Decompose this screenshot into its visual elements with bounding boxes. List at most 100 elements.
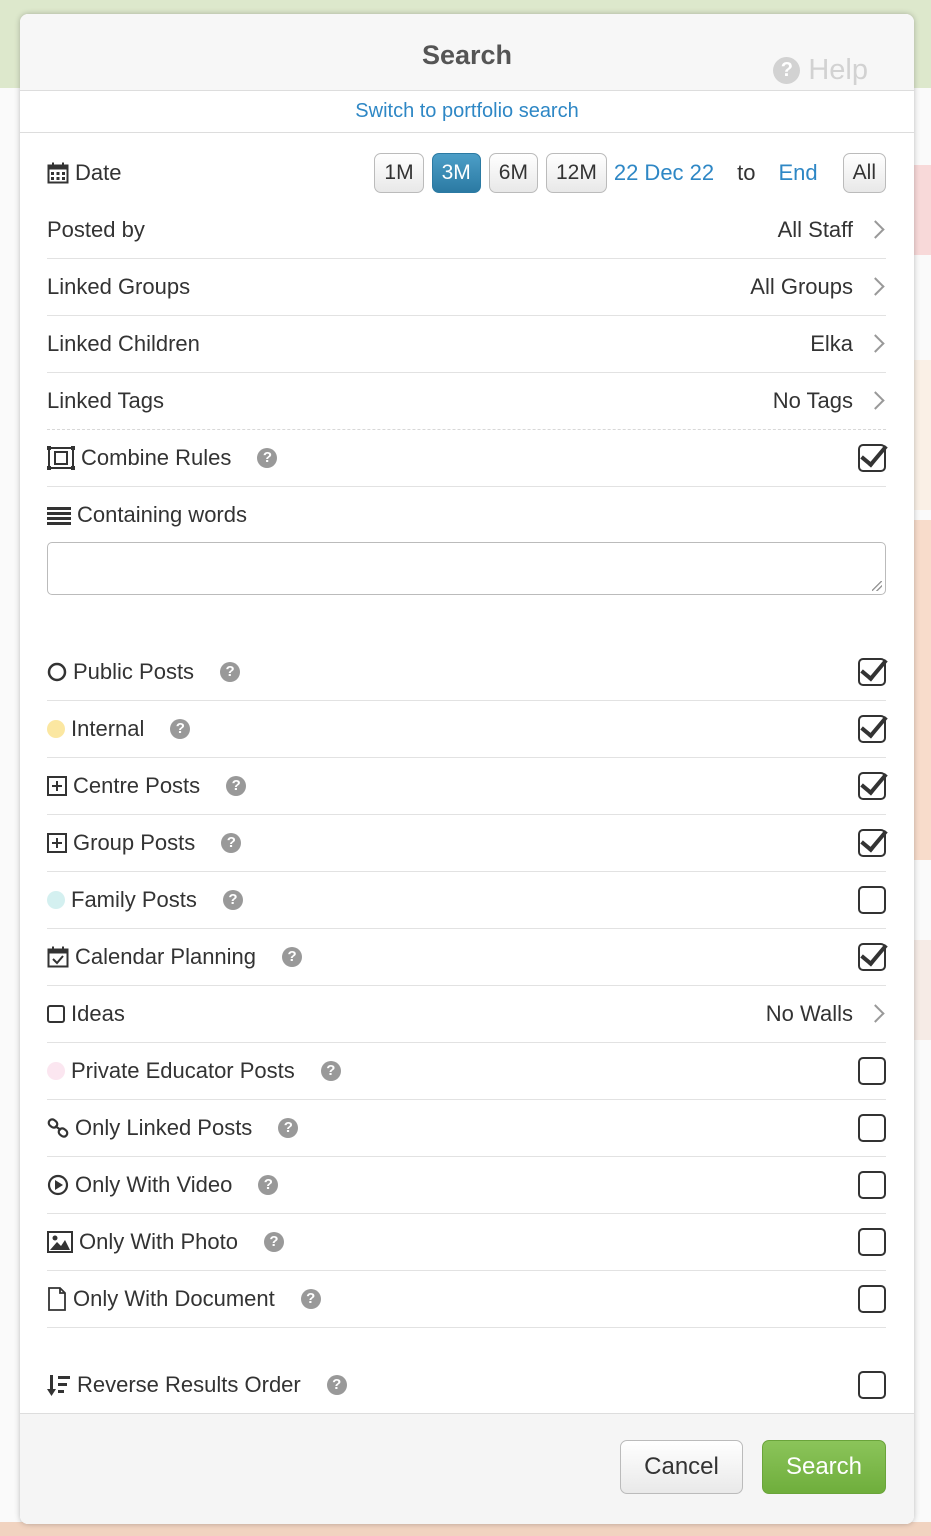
calendar-icon [47,162,69,184]
linked-groups-value: All Groups [750,273,853,299]
only-photo-row: Only With Photo ? [47,1213,886,1271]
linked-children-row[interactable]: Linked Children Elka [47,315,886,373]
info-icon[interactable]: ? [278,1117,299,1138]
background-card [913,360,931,510]
ideas-row[interactable]: Ideas No Walls [47,985,886,1043]
calendar-planning-label: Calendar Planning [75,943,257,969]
public-posts-row: Public Posts ? [47,643,886,701]
info-icon[interactable]: ? [257,447,278,468]
family-posts-label: Family Posts [71,886,197,912]
search-button[interactable]: Search [762,1440,886,1494]
only-linked-row: Only Linked Posts ? [47,1099,886,1157]
centre-posts-row: Centre Posts ? [47,757,886,815]
date-row: Date 1M 3M 6M 12M 22 Dec 22 to End All [47,144,886,201]
chevron-right-icon [866,220,885,239]
combine-icon [47,445,75,470]
range-1m-button[interactable]: 1M [374,152,424,193]
private-educator-checkbox[interactable] [858,1056,886,1085]
start-date-link[interactable]: 22 Dec 22 [614,160,714,186]
family-posts-checkbox[interactable] [858,885,886,914]
family-posts-row: Family Posts ? [47,871,886,929]
public-posts-checkbox[interactable] [858,657,886,686]
info-icon[interactable]: ? [263,1231,284,1252]
info-icon[interactable]: ? [170,718,191,739]
group-posts-label: Group Posts [73,829,196,855]
plus-square-icon [47,832,67,853]
linked-tags-label: Linked Tags [47,387,165,413]
info-icon[interactable]: ? [326,1374,347,1395]
containing-words-row: Containing words [47,486,886,543]
background-left-column [0,88,20,1536]
group-posts-checkbox[interactable] [858,828,886,857]
linked-groups-label: Linked Groups [47,273,191,299]
yellow-dot-icon [47,719,65,738]
chevron-right-icon [866,391,885,410]
help-link[interactable]: ? Help [773,54,868,87]
group-posts-row: Group Posts ? [47,814,886,872]
combine-rules-row: Combine Rules ? [47,429,886,487]
info-icon[interactable]: ? [258,1174,279,1195]
info-icon[interactable]: ? [300,1288,321,1309]
internal-label: Internal [71,715,145,741]
private-educator-label: Private Educator Posts [71,1057,295,1083]
only-photo-label: Only With Photo [79,1228,238,1254]
combine-rules-checkbox[interactable] [858,443,886,472]
end-date-link[interactable]: End [779,160,818,186]
search-modal: Search ? Help Switch to portfolio search… [20,14,914,1524]
ideas-label: Ideas [71,1000,125,1026]
info-icon[interactable]: ? [282,946,303,967]
chevron-right-icon [866,1004,885,1023]
chevron-right-icon [866,277,885,296]
private-educator-row: Private Educator Posts ? [47,1042,886,1100]
image-icon [47,1230,73,1253]
containing-words-label: Containing words [77,501,247,527]
pink-dot-icon [47,1061,65,1080]
modal-header: Search ? Help [20,14,914,91]
chevron-right-icon [866,334,885,353]
info-icon[interactable]: ? [220,661,241,682]
switch-bar: Switch to portfolio search [20,91,914,133]
linked-tags-row[interactable]: Linked Tags No Tags [47,372,886,430]
link-icon [47,1117,69,1139]
circle-outline-icon [47,662,67,682]
only-document-checkbox[interactable] [858,1284,886,1313]
calendar-planning-row: Calendar Planning ? [47,928,886,986]
linked-children-value: Elka [810,330,853,356]
centre-posts-checkbox[interactable] [858,771,886,800]
range-3m-button[interactable]: 3M [431,152,481,193]
reverse-order-checkbox[interactable] [858,1370,886,1399]
only-video-row: Only With Video ? [47,1156,886,1214]
only-video-label: Only With Video [75,1171,233,1197]
help-label: Help [808,54,868,86]
all-dates-button[interactable]: All [842,152,886,193]
range-12m-button[interactable]: 12M [545,152,607,193]
cancel-button[interactable]: Cancel [620,1440,743,1494]
range-6m-button[interactable]: 6M [488,152,538,193]
teal-dot-icon [47,890,65,909]
info-icon[interactable]: ? [221,832,242,853]
public-posts-label: Public Posts [73,658,195,684]
only-video-checkbox[interactable] [858,1170,886,1199]
info-icon[interactable]: ? [226,775,247,796]
help-icon: ? [773,57,801,84]
date-label: Date [75,159,122,185]
containing-words-input[interactable] [47,542,886,595]
linked-groups-row[interactable]: Linked Groups All Groups [47,258,886,316]
modal-footer: Cancel Search [20,1413,914,1524]
switch-to-portfolio-link[interactable]: Switch to portfolio search [355,100,578,122]
centre-posts-label: Centre Posts [73,772,201,798]
only-photo-checkbox[interactable] [858,1227,886,1256]
internal-checkbox[interactable] [858,714,886,743]
background-card [913,165,931,255]
posted-by-label: Posted by [47,216,145,242]
background-card [913,520,931,860]
only-linked-label: Only Linked Posts [75,1114,253,1140]
background-card [913,940,931,1040]
only-linked-checkbox[interactable] [858,1113,886,1142]
info-icon[interactable]: ? [222,889,243,910]
calendar-planning-checkbox[interactable] [858,942,886,971]
to-label: to [737,159,756,185]
posted-by-row[interactable]: Posted by All Staff [47,201,886,259]
info-icon[interactable]: ? [320,1060,341,1081]
only-document-row: Only With Document ? [47,1270,886,1328]
